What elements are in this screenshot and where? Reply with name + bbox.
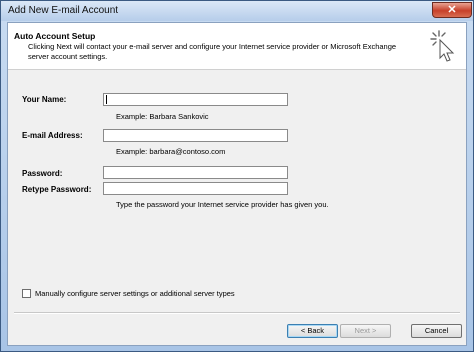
page-title: Auto Account Setup [14,31,96,41]
wizard-sparkle-cursor-icon [430,30,455,62]
cancel-button[interactable]: Cancel [411,324,462,338]
back-button[interactable]: < Back [287,324,338,338]
window-title: Add New E-mail Account [8,5,119,16]
dialog-body: Auto Account Setup Clicking Next will co… [7,22,467,346]
your-name-label: Your Name: [22,95,67,104]
password-label: Password: [22,169,63,178]
your-name-hint: Example: Barbara Sankovic [116,112,209,121]
email-address-label: E-mail Address: [22,131,83,140]
page-description: Clicking Next will contact your e-mail s… [28,42,397,61]
password-hint: Type the password your Internet service … [116,200,329,209]
retype-password-input[interactable] [103,182,288,195]
close-button[interactable]: ✕ [432,2,472,18]
password-input[interactable] [103,166,288,179]
manual-config-checkbox[interactable] [22,289,31,298]
footer-divider [14,312,460,314]
next-button[interactable]: Next > [340,324,391,338]
your-name-input[interactable] [103,93,288,106]
text-caret [106,95,107,104]
close-icon: ✕ [447,4,457,16]
email-address-input[interactable] [103,129,288,142]
email-address-hint: Example: barbara@contoso.com [116,147,226,156]
retype-password-label: Retype Password: [22,185,92,194]
title-bar[interactable]: Add New E-mail Account ✕ [1,1,473,21]
wizard-header: Auto Account Setup Clicking Next will co… [8,23,466,70]
dialog-window: Add New E-mail Account ✕ Auto Account Se… [0,0,474,352]
manual-config-label[interactable]: Manually configure server settings or ad… [35,289,235,298]
